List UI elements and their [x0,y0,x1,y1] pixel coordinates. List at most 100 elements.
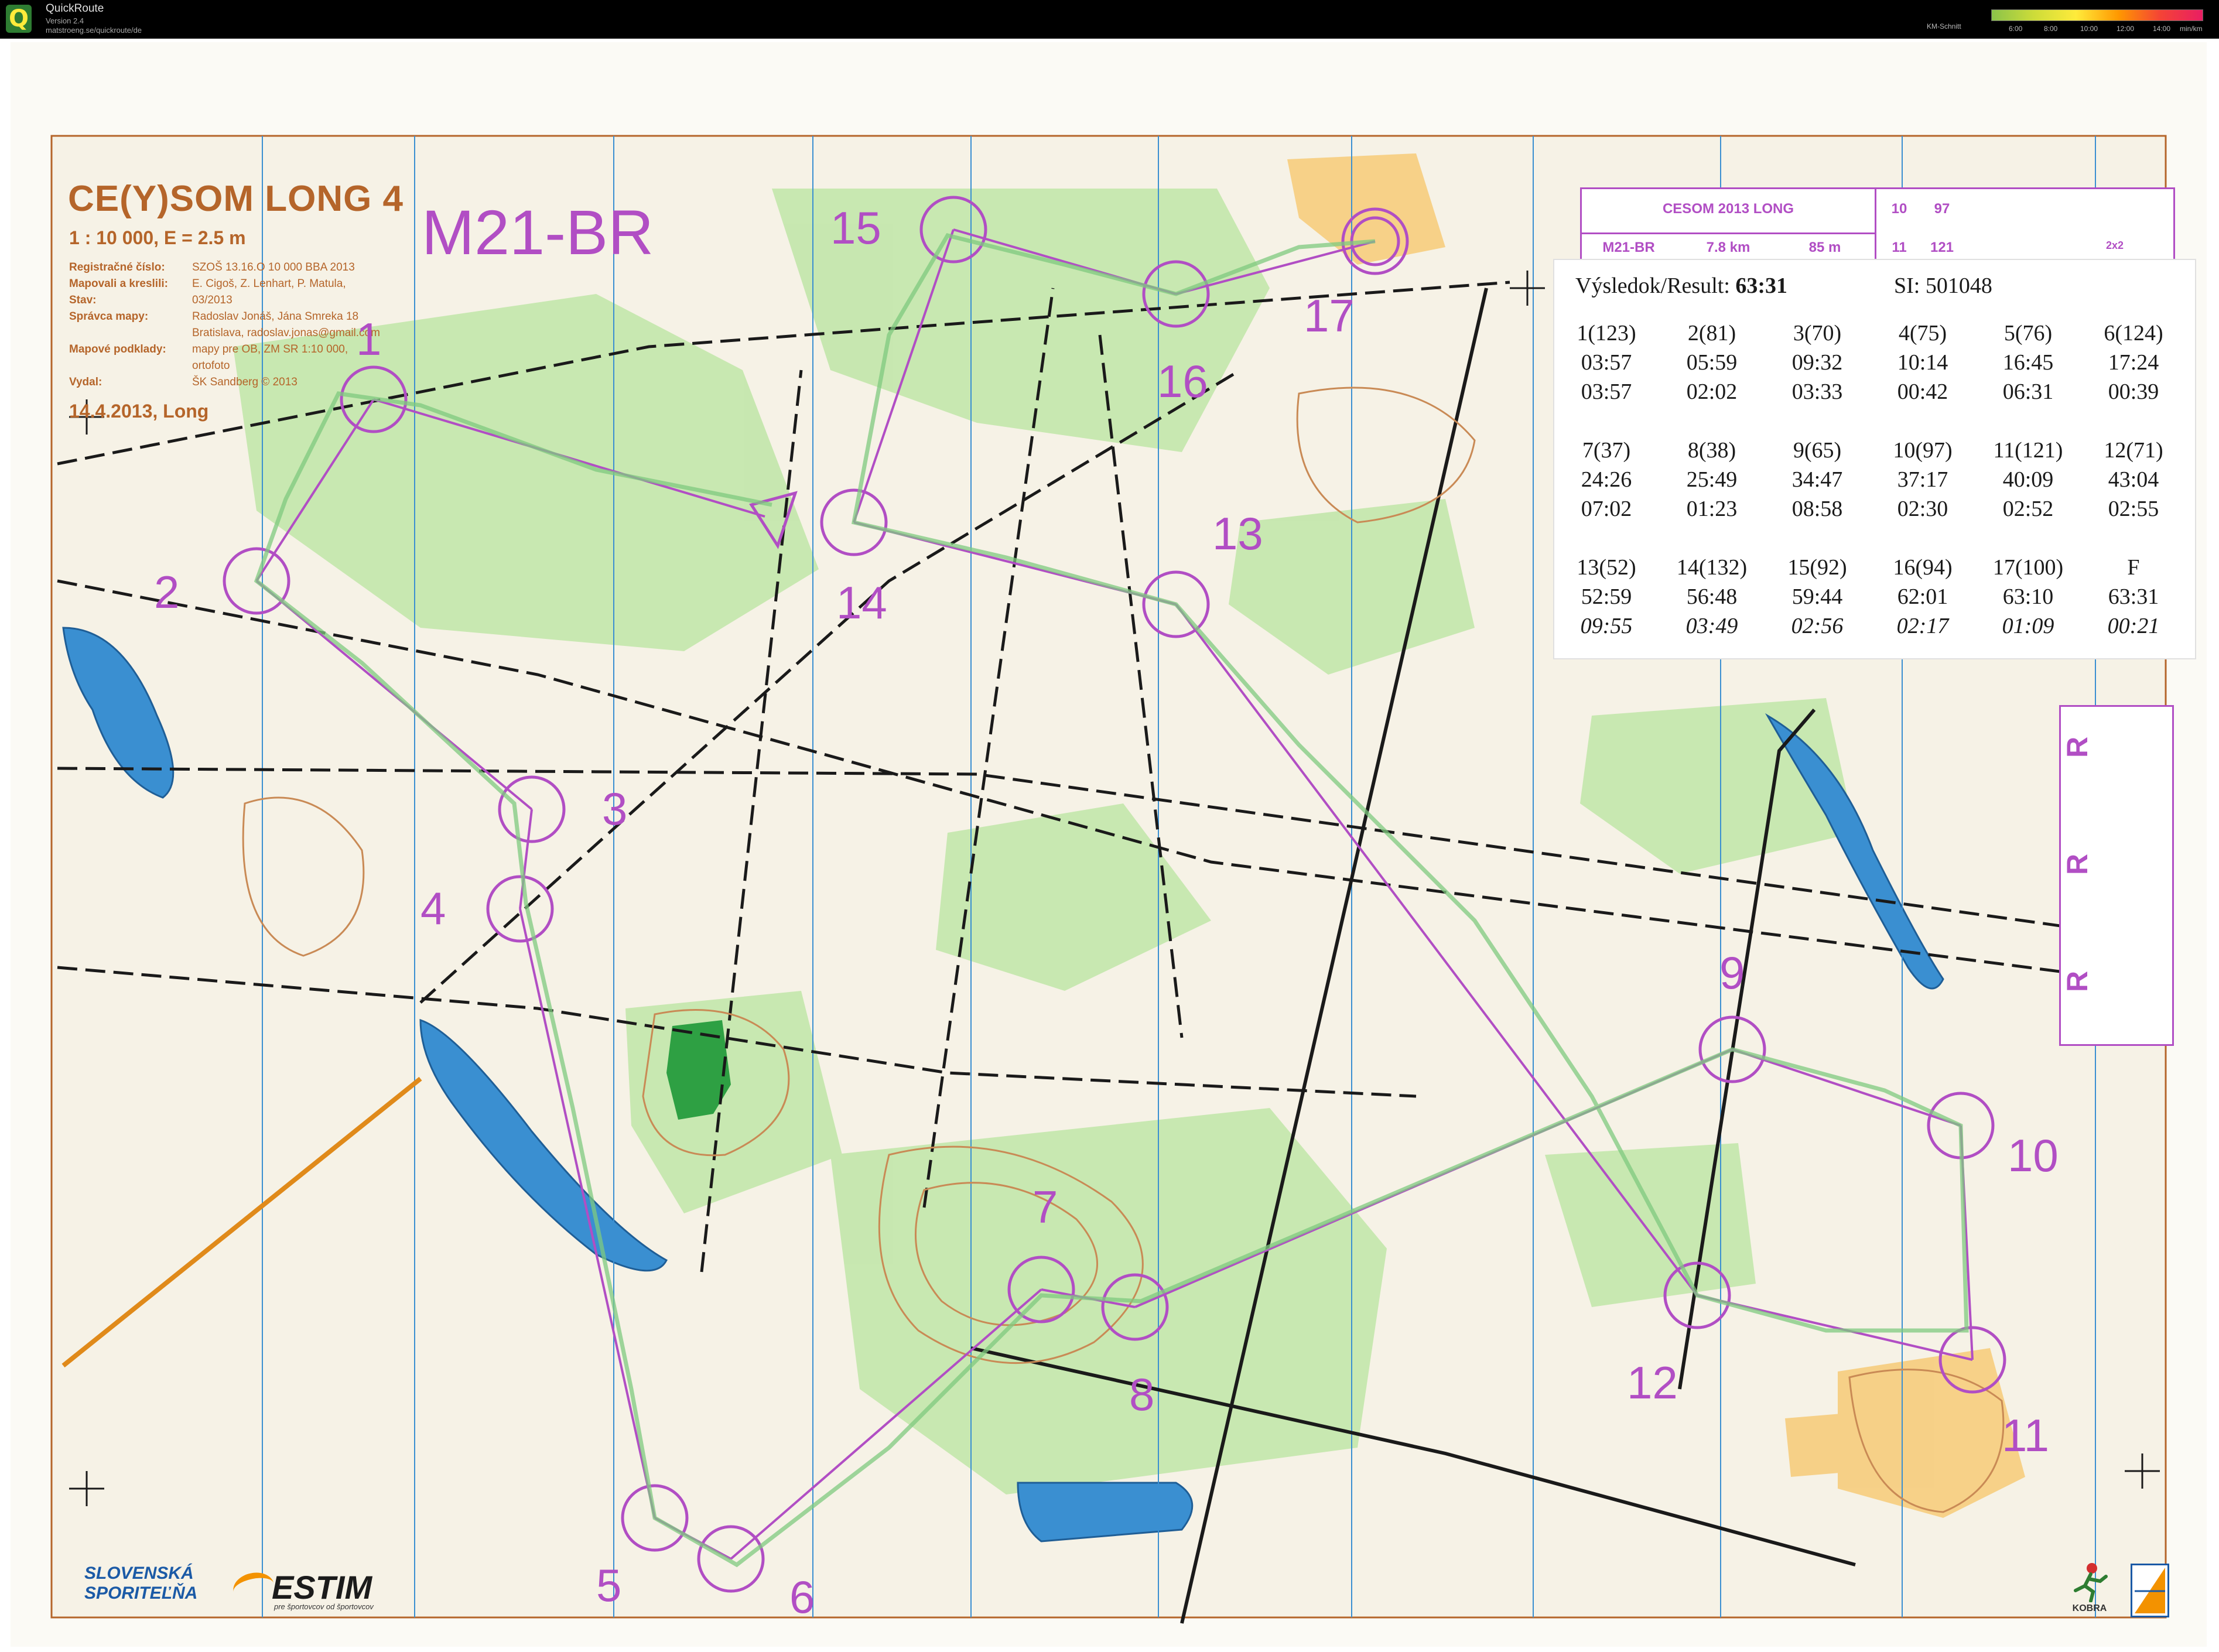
split-cumulative: 09:32 [1791,350,1843,375]
desc-divider [1582,232,1875,234]
control-number: 1 [356,313,382,365]
result-time: 63:31 [1735,273,1788,298]
split-cell: 4(75) 10:14 00:42 [1879,319,1967,406]
si-number: 501048 [1925,273,1992,298]
split-control: 4(75) [1898,321,1947,346]
sporitelna-line1: SLOVENSKÁ [84,1564,194,1583]
app-title: QuickRoute [46,2,104,15]
control-number: 4 [420,883,446,934]
course-name: M21-BR [422,197,654,268]
split-cumulative: 52:59 [1581,584,1632,609]
meta-value: ŠK Sandberg © 2013 [192,376,298,388]
split-leg: 03:49 [1685,614,1738,638]
split-cell: F 63:31 00:21 [2090,553,2177,641]
kobra-logo: KOBRA [2067,1561,2112,1615]
split-cell: 14(132) 56:48 03:49 [1668,553,1756,641]
split-leg: 02:55 [2108,497,2159,521]
split-cumulative: 17:24 [2108,350,2159,375]
split-control: 11(121) [1993,438,2063,463]
meta-value: mapy pre OB, ZM SR 1:10 000, [192,343,348,355]
map-title: CE(Y)SOM LONG 4 [68,179,404,219]
desc-climb: 85 m [1808,240,1841,255]
split-control: 8(38) [1687,438,1736,463]
split-control: 6(124) [2104,321,2163,346]
meta-value: E. Cigoš, Z. Lenhart, P. Matula, [192,278,346,290]
app-version: Version 2.4 [46,16,84,25]
speed-tick: min/km [2180,25,2203,33]
result-label: Výsledok/Result: [1575,273,1730,298]
split-leg: 00:21 [2107,614,2160,638]
desc-course: M21-BR [1602,240,1655,255]
control-number: 6 [789,1571,815,1623]
split-cumulative: 03:57 [1581,350,1632,375]
split-cell: 13(52) 52:59 09:55 [1562,553,1650,641]
estim-swoosh-icon [230,1569,277,1606]
map-scale: 1 : 10 000, E = 2.5 m [69,227,246,248]
speed-legend-label: KM-Schnitt [1927,22,1961,30]
split-leg: 00:39 [2108,379,2159,404]
split-leg: 02:52 [2002,497,2054,521]
speed-tick: 10:00 [2080,25,2098,33]
meta-key: Mapovali a kreslili: [69,278,168,290]
desc-extra: 2x2 [2105,240,2124,251]
si-info: SI: 501048 [1894,273,1992,299]
split-cumulative: 59:44 [1791,584,1843,609]
symbol-r-box: R R R [2059,705,2174,1046]
meta-value: Bratislava, radoslav.jonas@gmail.com [192,327,380,339]
split-leg: 01:09 [2002,614,2054,638]
split-cumulative: 34:47 [1791,467,1843,492]
title-bar: Q QuickRoute Version 2.4 matstroeng.se/q… [0,0,2219,39]
split-leg: 06:31 [2002,379,2054,404]
speed-legend: KM-Schnitt 6:00 8:00 10:00 12:00 14:00 m… [1927,5,2208,36]
split-cell: 7(37) 24:26 07:02 [1562,436,1650,524]
split-control: 17(100) [1992,555,2064,580]
r-letter: R [2061,970,2094,993]
kobra-text: KOBRA [2072,1603,2107,1613]
estim-tagline: pre športovcov od športovcov [274,1602,374,1611]
result-heading: Výsledok/Result: 63:31 [1575,273,1787,299]
split-leg: 09:55 [1580,614,1633,638]
orienteering-map[interactable]: CE(Y)SOM LONG 4 1 : 10 000, E = 2.5 m Re… [11,42,2207,1647]
split-leg: 00:42 [1897,379,1948,404]
split-control: 9(65) [1793,438,1842,463]
runner-icon [2074,1563,2108,1603]
split-cell: 2(81) 05:59 02:02 [1668,319,1756,406]
control-number: 8 [1129,1369,1155,1420]
split-leg: 02:02 [1686,379,1738,404]
split-cumulative: 56:48 [1686,584,1738,609]
split-leg: 08:58 [1791,497,1843,521]
control-number: 7 [1032,1181,1058,1233]
split-cell: 1(123) 03:57 03:57 [1562,319,1650,406]
split-leg: 02:30 [1897,497,1948,521]
split-cumulative: 43:04 [2108,467,2159,492]
speed-gradient-bar [1991,9,2203,21]
split-cumulative: 10:14 [1897,350,1948,375]
split-cell: 11(121) 40:09 02:52 [1984,436,2072,524]
control-number: 2 [154,566,180,618]
speed-tick: 14:00 [2153,25,2171,33]
orienteering-flag-icon [2131,1564,2169,1617]
split-cumulative: 25:49 [1686,467,1738,492]
split-control: 10(97) [1893,438,1953,463]
split-control: 14(132) [1676,555,1748,580]
meta-value: ortofoto [192,360,230,372]
desc-divider [1875,189,1876,271]
split-leg: 07:02 [1581,497,1632,521]
map-date: 14.4.2013, Long [69,401,209,422]
split-cell: 17(100) 63:10 01:09 [1984,553,2072,641]
sporitelna-line2: SPORITEĽŇA [84,1583,198,1603]
split-cell: 10(97) 37:17 02:30 [1879,436,1967,524]
desc-length: 7.8 km [1706,240,1750,255]
split-leg: 01:23 [1686,497,1738,521]
speed-tick: 6:00 [2009,25,2023,33]
split-cell: 9(65) 34:47 08:58 [1773,436,1861,524]
control-number: 13 [1212,508,1263,559]
split-control: 15(92) [1787,555,1847,580]
split-control: 5(76) [2003,321,2053,346]
meta-key: Registračné číslo: [69,261,165,273]
r-letter: R [2061,736,2094,758]
app-url: matstroeng.se/quickroute/de [46,26,142,35]
desc-event: CESOM 2013 LONG [1662,201,1794,217]
control-number: 11 [2002,1410,2049,1461]
control-number: 14 [836,577,887,628]
